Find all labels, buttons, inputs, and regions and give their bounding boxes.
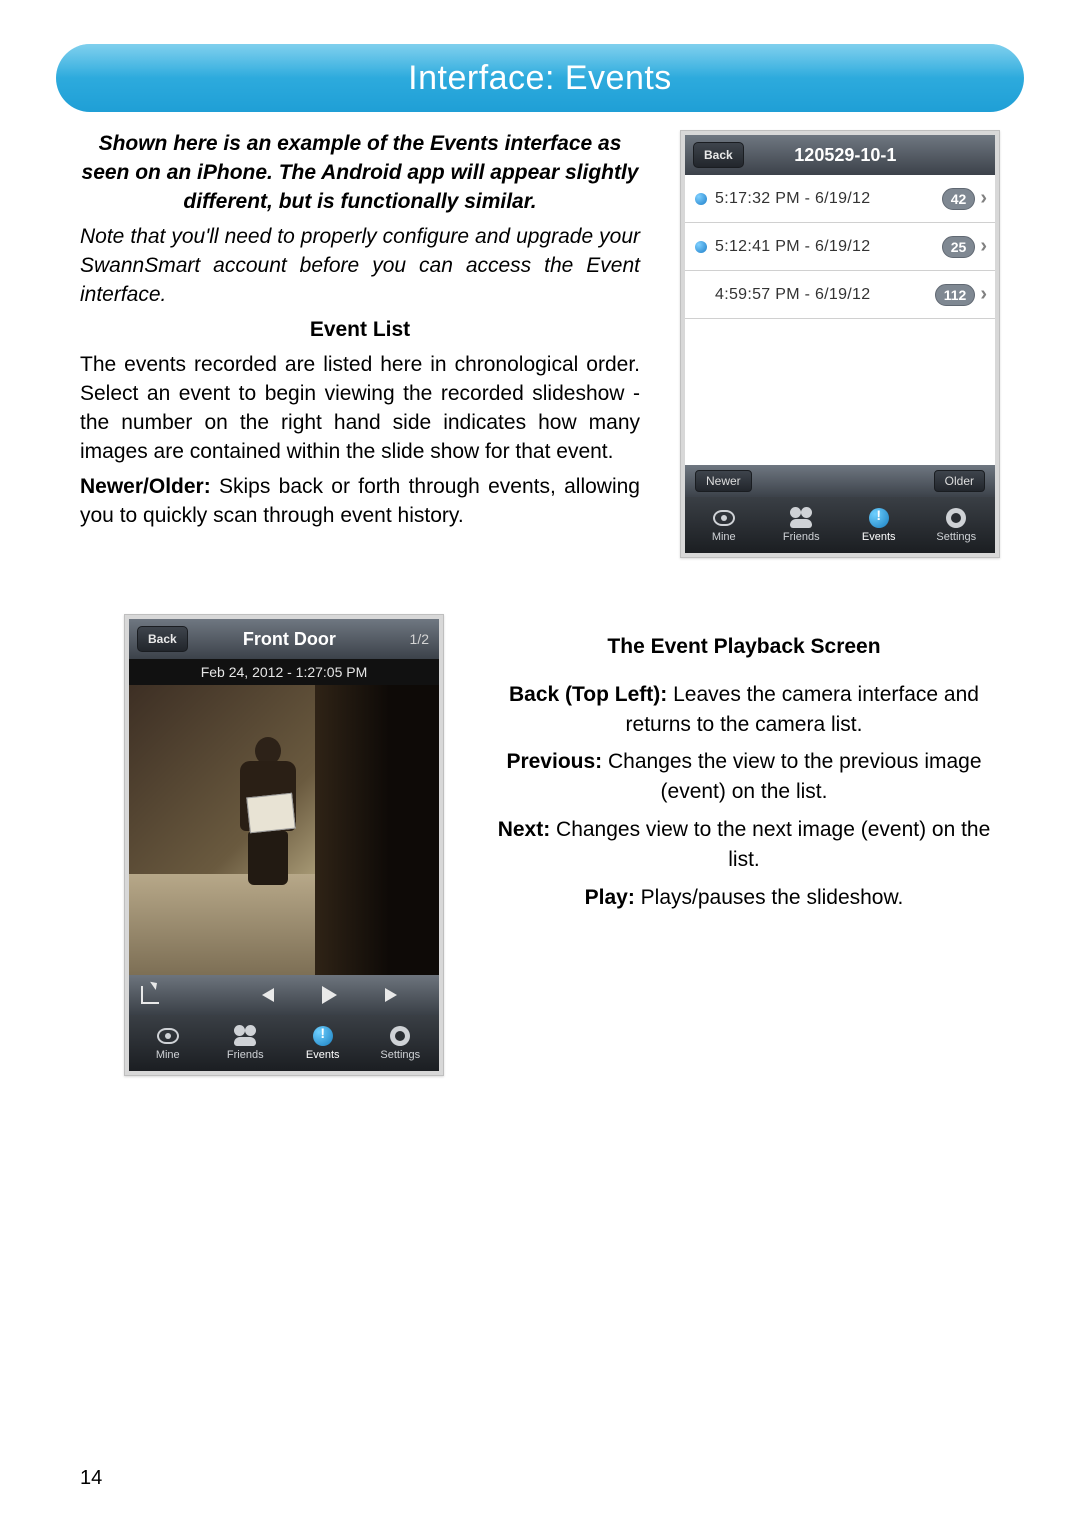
- event-time-label: 5:12:41 PM - 6/19/12: [715, 238, 942, 256]
- event-row[interactable]: 5:12:41 PM - 6/19/12 25 ›: [685, 223, 995, 271]
- event-count-badge: 25: [942, 236, 976, 258]
- tab-bar: Mine Friends Events Settings: [685, 497, 995, 553]
- event-count-badge: 112: [935, 284, 976, 306]
- alert-icon: [311, 1025, 335, 1047]
- playback-image: [129, 685, 439, 975]
- back-desc: Back (Top Left): Leaves the camera inter…: [488, 680, 1000, 740]
- page-header: Interface: Events: [56, 44, 1024, 112]
- gear-icon: [944, 507, 968, 529]
- eye-icon: [712, 507, 736, 529]
- playback-title: Front Door: [188, 629, 439, 650]
- event-time-label: 5:17:32 PM - 6/19/12: [715, 190, 942, 208]
- newer-older-desc: Newer/Older: Skips back or forth through…: [80, 473, 640, 531]
- play-desc: Play: Plays/pauses the slideshow.: [488, 883, 1000, 913]
- back-button[interactable]: Back: [137, 626, 188, 652]
- event-list-title: 120529-10-1: [744, 145, 995, 166]
- tab-friends[interactable]: Friends: [763, 497, 841, 553]
- unread-dot-icon: [695, 193, 707, 205]
- playback-phone: Back Front Door 1/2 Feb 24, 2012 - 1:27:…: [124, 614, 444, 1076]
- event-count-badge: 42: [942, 188, 976, 210]
- next-desc: Next: Changes view to the next image (ev…: [488, 815, 1000, 875]
- previous-button[interactable]: [255, 988, 274, 1002]
- chevron-right-icon: ›: [980, 283, 987, 306]
- friends-icon: [233, 1025, 257, 1047]
- tab-bar: Mine Friends Events: [129, 1015, 439, 1071]
- event-list-phone: Back 120529-10-1 5:17:32 PM - 6/19/12 42…: [680, 130, 1000, 558]
- event-row[interactable]: 4:59:57 PM - 6/19/12 112 ›: [685, 271, 995, 319]
- gear-icon: [388, 1025, 412, 1047]
- page-header-title: Interface: Events: [408, 59, 672, 98]
- tab-mine[interactable]: Mine: [129, 1015, 207, 1071]
- unread-dot-icon: [695, 241, 707, 253]
- alert-icon: [867, 507, 891, 529]
- chevron-right-icon: ›: [980, 235, 987, 258]
- tab-settings[interactable]: Settings: [918, 497, 996, 553]
- next-button[interactable]: [385, 988, 404, 1002]
- older-button[interactable]: Older: [934, 470, 985, 492]
- tab-events[interactable]: Events: [284, 1015, 362, 1071]
- event-list: 5:17:32 PM - 6/19/12 42 › 5:12:41 PM - 6…: [685, 175, 995, 465]
- friends-icon: [789, 507, 813, 529]
- newer-button[interactable]: Newer: [695, 470, 752, 492]
- timestamp-bar: Feb 24, 2012 - 1:27:05 PM: [129, 659, 439, 685]
- playback-navbar: Back Front Door 1/2: [129, 619, 439, 659]
- event-list-desc: The events recorded are listed here in c…: [80, 351, 640, 467]
- tab-friends[interactable]: Friends: [207, 1015, 285, 1071]
- back-button[interactable]: Back: [693, 142, 744, 168]
- tab-settings[interactable]: Settings: [362, 1015, 440, 1071]
- intro-bold: Shown here is an example of the Events i…: [80, 130, 640, 217]
- page-counter: 1/2: [410, 631, 429, 647]
- eye-icon: [156, 1025, 180, 1047]
- event-row[interactable]: 5:17:32 PM - 6/19/12 42 ›: [685, 175, 995, 223]
- intro-italic: Note that you'll need to properly config…: [80, 223, 640, 310]
- playback-controls: [129, 975, 439, 1015]
- playback-heading: The Event Playback Screen: [488, 632, 1000, 662]
- pager-bar: Newer Older: [685, 465, 995, 497]
- event-list-navbar: Back 120529-10-1: [685, 135, 995, 175]
- tab-mine[interactable]: Mine: [685, 497, 763, 553]
- chevron-right-icon: ›: [980, 187, 987, 210]
- page-number: 14: [80, 1467, 102, 1490]
- previous-desc: Previous: Changes the view to the previo…: [488, 747, 1000, 807]
- newer-older-label: Newer/Older:: [80, 475, 211, 498]
- event-time-label: 4:59:57 PM - 6/19/12: [715, 286, 935, 304]
- event-list-heading: Event List: [80, 316, 640, 345]
- play-button[interactable]: [322, 986, 337, 1004]
- share-icon[interactable]: [141, 986, 159, 1004]
- tab-events[interactable]: Events: [840, 497, 918, 553]
